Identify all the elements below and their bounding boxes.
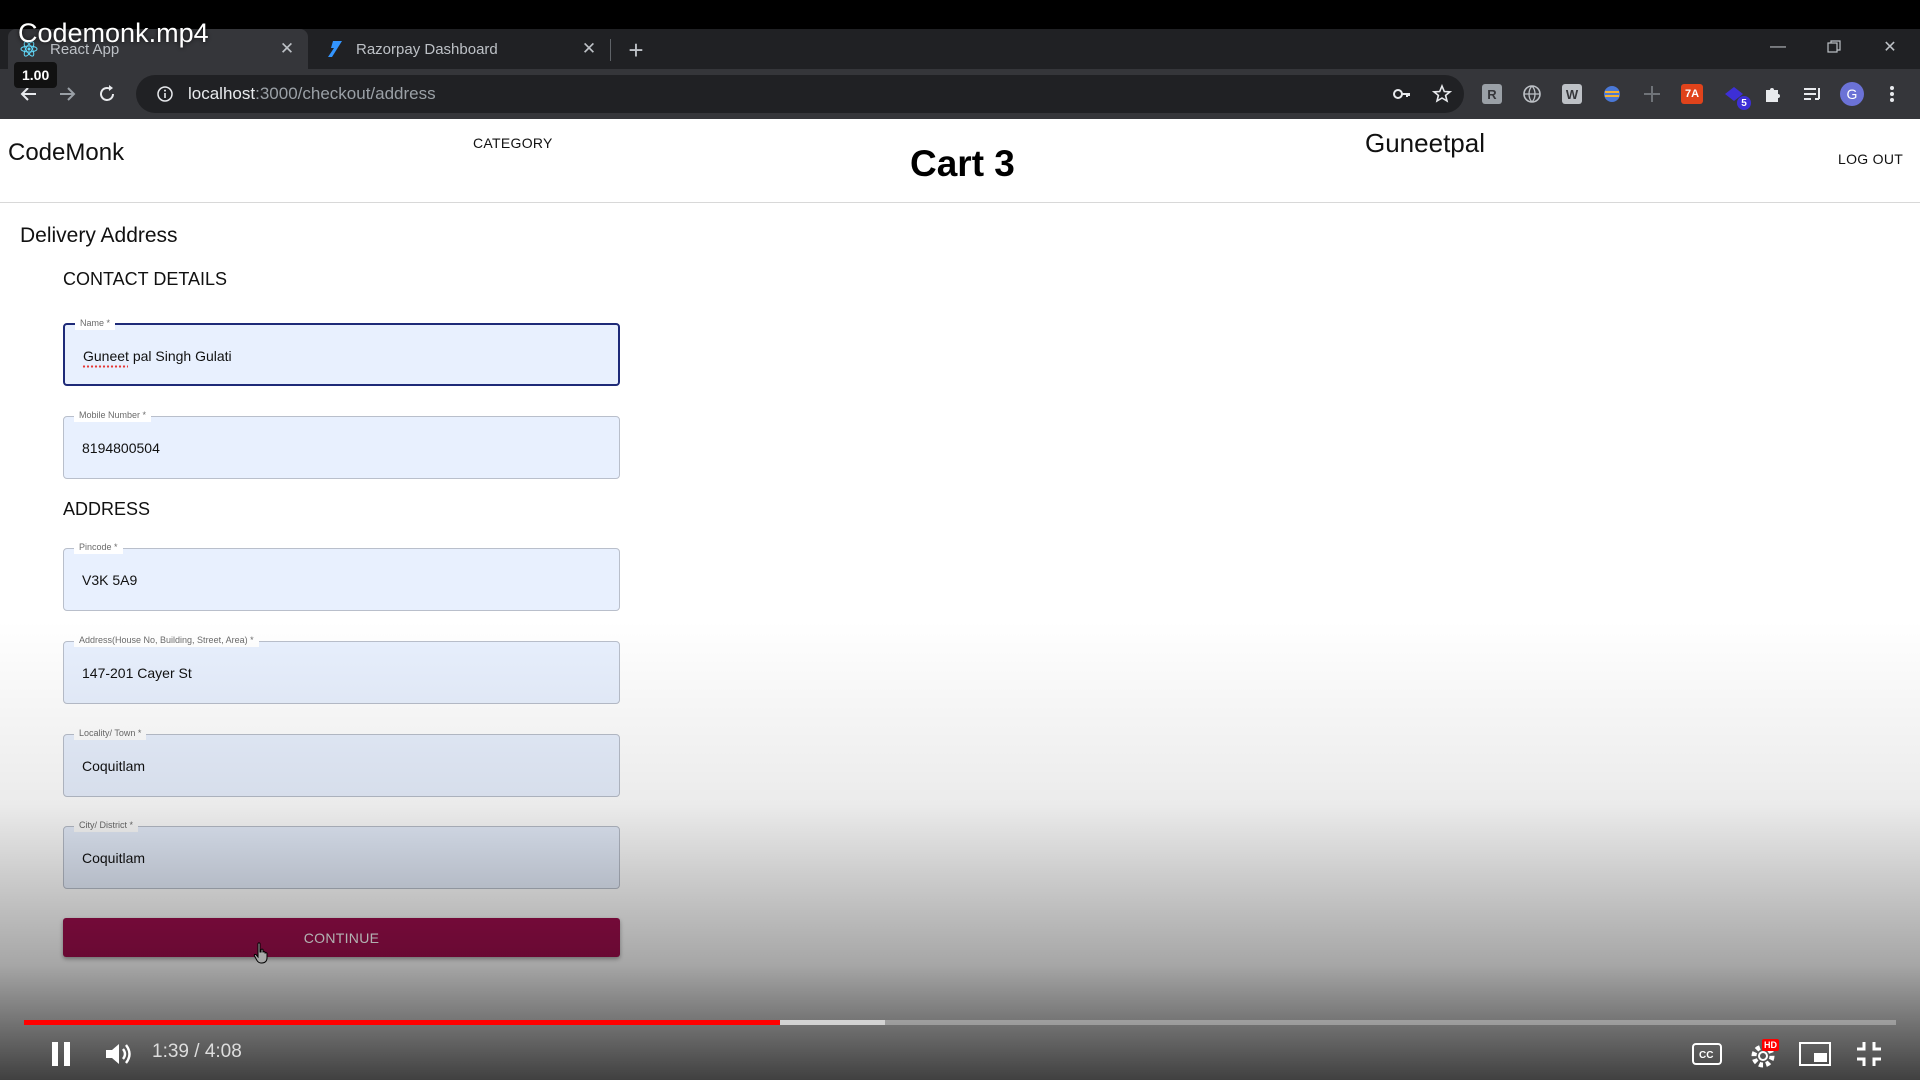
address-heading: ADDRESS [63,499,151,519]
extension-r-icon[interactable]: R [1478,80,1506,108]
profile-initial: G [1840,82,1864,106]
new-tab-icon[interactable]: + [622,35,650,65]
video-top-bar [0,0,1920,29]
restore-icon[interactable] [1814,34,1854,60]
name-input[interactable] [81,343,601,369]
pincode-field[interactable]: Pincode * [63,540,620,611]
mobile-number-field[interactable]: Mobile Number * [63,408,620,479]
address-field[interactable]: Address(House No, Building, Street, Area… [63,633,620,704]
played-bar [24,1020,781,1025]
extension-cross-icon[interactable] [1638,80,1666,108]
field-label: Address(House No, Building, Street, Area… [74,633,259,647]
current-time: 1:39 [152,1041,189,1062]
mobile-number-input[interactable] [80,435,600,461]
field-label: City/ District * [74,818,138,832]
reading-list-icon[interactable] [1798,80,1826,108]
close-icon[interactable]: ✕ [580,39,598,58]
extension-colorful-icon[interactable] [1598,80,1626,108]
reload-icon[interactable] [92,79,122,109]
tab-divider [610,39,611,61]
video-progress-bar[interactable] [24,1020,1896,1025]
key-icon[interactable] [1388,80,1416,108]
pause-icon[interactable] [44,1036,78,1072]
city-field[interactable]: City/ District * [63,818,620,889]
category-menu[interactable]: CATEGORY [473,135,553,151]
tab-title: Razorpay Dashboard [356,40,498,58]
city-input[interactable] [80,845,600,871]
page-content: CodeMonk CATEGORY Cart 3 Guneetpal LOG O… [0,119,1920,1080]
settings-gear-icon[interactable]: HD [1748,1036,1782,1072]
puzzle-icon[interactable] [1759,80,1787,108]
contact-details-heading: CONTACT DETAILS [63,269,228,289]
field-label: Name * [75,316,116,330]
locality-input[interactable] [80,753,600,779]
field-label: Mobile Number * [74,408,152,422]
close-window-icon[interactable]: ✕ [1870,34,1910,60]
user-name: Guneetpal [1365,128,1485,158]
captions-icon[interactable]: CC [1690,1036,1724,1072]
tab-razorpay-dashboard[interactable]: Razorpay Dashboard ✕ [314,29,610,69]
tab-strip: React App ✕ Razorpay Dashboard ✕ [0,29,1920,69]
hd-badge-icon: HD [1762,1039,1779,1051]
locality-field[interactable]: Locality/ Town * [63,726,620,797]
close-icon[interactable]: ✕ [278,39,296,58]
url-host: localhost [188,84,256,103]
video-title: Codemonk.mp4 [18,18,209,48]
delivery-address-heading: Delivery Address [20,224,178,247]
extension-w-icon[interactable]: W [1558,80,1586,108]
field-label: Locality/ Town * [74,726,147,740]
app-header: CodeMonk CATEGORY Cart 3 Guneetpal LOG O… [0,119,1920,203]
globe-icon[interactable] [1518,80,1546,108]
info-icon[interactable] [156,85,174,103]
total-time: 4:08 [204,1041,242,1062]
extension-translate-icon[interactable]: 7A [1678,80,1706,108]
address-input[interactable] [80,660,600,686]
star-icon[interactable] [1428,80,1456,108]
brand-logo[interactable]: CodeMonk [8,139,124,167]
menu-kebab-icon[interactable] [1878,80,1906,108]
svg-text:CC: CC [1699,1050,1713,1061]
url-path: :3000/checkout/address [255,84,436,103]
time-separator: / [188,1041,205,1062]
profile-avatar[interactable]: G [1838,80,1866,108]
minimize-icon[interactable]: — [1758,34,1798,60]
playback-speed-badge: 1.00 [14,62,58,88]
spellcheck-underline [82,365,128,368]
razorpay-icon [326,40,344,58]
miniplayer-icon[interactable] [1796,1036,1834,1072]
video-time: 1:39 / 4:08 [152,1041,242,1063]
hand-cursor-icon [253,942,268,964]
volume-icon[interactable] [100,1036,138,1072]
exit-fullscreen-icon[interactable] [1850,1036,1888,1072]
continue-button[interactable]: CONTINUE [63,918,620,957]
field-label: Pincode * [74,540,123,554]
address-bar[interactable]: localhost:3000/checkout/address [136,75,1464,113]
extension-badge-count: 5 [1737,96,1751,110]
extension-badge-icon[interactable]: 5 [1720,80,1751,110]
logout-button[interactable]: LOG OUT [1838,151,1903,167]
pincode-input[interactable] [80,567,600,593]
cart-link[interactable]: Cart 3 [910,143,1015,185]
name-field[interactable]: Name * [63,316,620,386]
